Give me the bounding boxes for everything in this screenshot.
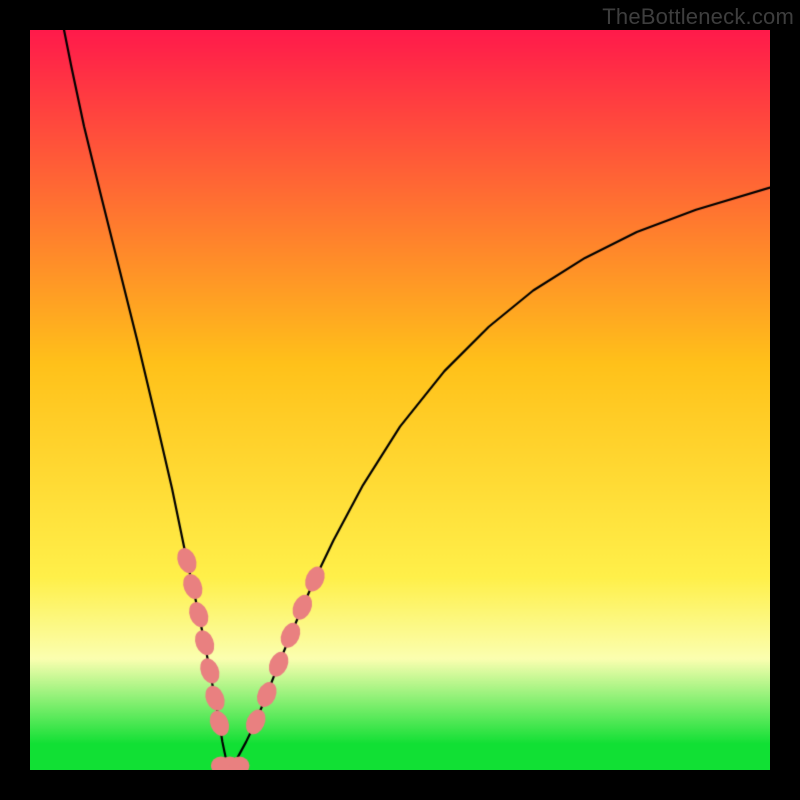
- watermark-text: TheBottleneck.com: [602, 4, 794, 30]
- bottleneck-chart-canvas: [30, 30, 770, 770]
